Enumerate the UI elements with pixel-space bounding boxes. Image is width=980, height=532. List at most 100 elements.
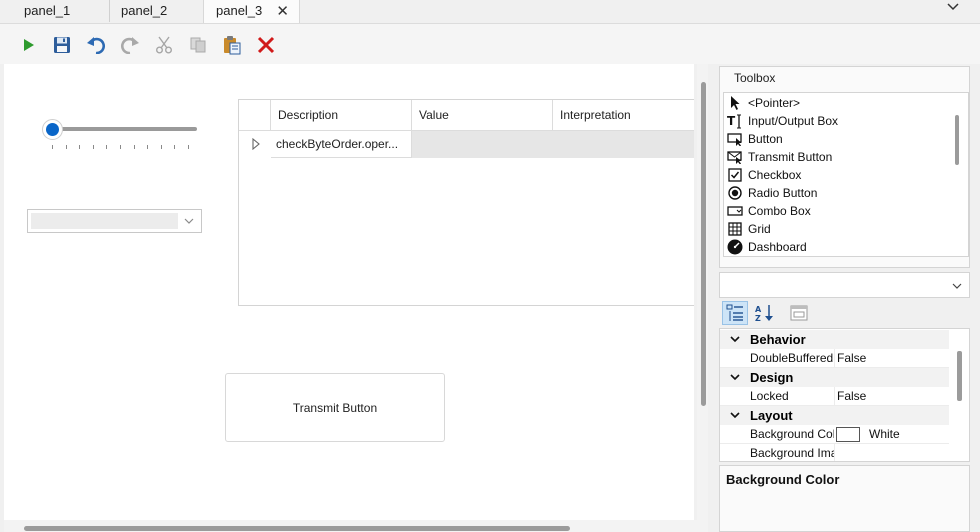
transmit-button[interactable]: Transmit Button: [225, 373, 445, 442]
property-value[interactable]: False: [837, 349, 866, 368]
save-button[interactable]: [50, 33, 74, 57]
property-value[interactable]: White: [869, 425, 900, 444]
toolbox-item-label: Button: [748, 132, 783, 146]
text-cursor-icon: T: [726, 113, 743, 129]
properties-toolbar: A Z: [719, 299, 970, 327]
object-selector-combo[interactable]: [719, 272, 970, 298]
toolbox-item-label: Grid: [748, 222, 771, 236]
canvas-vertical-scroll-thumb[interactable]: [701, 82, 706, 406]
combo-box-icon: [726, 203, 743, 219]
toolbox-item-pointer[interactable]: <Pointer>: [725, 94, 950, 112]
category-design[interactable]: Design: [720, 368, 949, 387]
run-icon: [24, 39, 34, 51]
copy-icon: [190, 37, 206, 53]
slider-tick: [133, 145, 135, 149]
toolbox-item-combo-box[interactable]: Combo Box: [725, 202, 950, 220]
canvas-horizontal-scroll-thumb[interactable]: [24, 526, 570, 531]
grid-corner-header: [239, 100, 271, 131]
toolbox-item-dashboard[interactable]: Dashboard: [725, 238, 950, 256]
svg-text:T: T: [727, 114, 736, 128]
toolbox-item-button[interactable]: Button: [725, 130, 950, 148]
toolbox-scroll-thumb[interactable]: [955, 115, 959, 165]
tab-panel-2[interactable]: panel_2: [109, 0, 204, 22]
slider-tick: [160, 145, 162, 149]
canvas-combo-box[interactable]: [27, 209, 202, 233]
property-name: DoubleBuffered: [750, 351, 834, 365]
svg-text:Z: Z: [755, 314, 761, 322]
slider-tick: [52, 145, 53, 149]
chevron-down-icon[interactable]: [951, 280, 963, 292]
undo-button[interactable]: [84, 33, 108, 57]
slider-tick: [174, 145, 176, 149]
data-grid[interactable]: Description Value Interpretation checkBy…: [238, 99, 694, 306]
toolbox-item-transmit-button[interactable]: Transmit Button: [725, 148, 950, 166]
column-header-value[interactable]: Value: [412, 100, 553, 131]
combo-value: [31, 213, 178, 229]
cut-icon: [156, 36, 172, 54]
undo-icon: [87, 37, 105, 54]
column-divider: [834, 387, 835, 406]
property-name: Background Image: [750, 446, 834, 460]
grid-icon: [726, 221, 743, 237]
copy-button[interactable]: [186, 33, 210, 57]
toolbox-item-checkbox[interactable]: Checkbox: [725, 166, 950, 184]
property-pages-button[interactable]: [786, 301, 812, 325]
property-value[interactable]: False: [837, 387, 866, 406]
column-header-interpretation[interactable]: Interpretation: [553, 100, 694, 131]
category-label: Design: [750, 370, 794, 385]
toolbox-list[interactable]: <Pointer> T Input/Output Box Button Tran…: [723, 92, 969, 257]
document-tab-bar: panel_1 panel_2 panel_3 ✕: [0, 0, 980, 23]
categorized-view-button[interactable]: [722, 301, 748, 325]
slider-track[interactable]: [50, 127, 197, 131]
close-icon[interactable]: ✕: [276, 1, 289, 22]
slider-tick: [106, 145, 108, 149]
tab-panel-3[interactable]: panel_3 ✕: [203, 0, 300, 23]
toolbox-item-label: Checkbox: [748, 168, 802, 182]
alphabetical-view-button[interactable]: A Z: [752, 301, 778, 325]
property-row-locked[interactable]: Locked False: [720, 387, 949, 406]
category-label: Behavior: [750, 332, 806, 347]
property-grid[interactable]: Behavior DoubleBuffered False Design Loc…: [719, 328, 970, 462]
paste-button[interactable]: [220, 33, 244, 57]
column-header-description[interactable]: Description: [271, 100, 412, 131]
run-button[interactable]: [16, 33, 40, 57]
toolbox-item-label: <Pointer>: [748, 96, 801, 110]
tab-label: panel_3: [216, 3, 263, 18]
radio-button-icon: [726, 185, 743, 201]
redo-icon: [121, 37, 139, 54]
tab-label: panel_2: [121, 3, 168, 18]
property-name: Locked: [750, 389, 789, 403]
paste-icon: [224, 36, 241, 55]
toolbox-item-grid[interactable]: Grid: [725, 220, 950, 238]
toolbox-item-radio-button[interactable]: Radio Button: [725, 184, 950, 202]
transmit-button-icon: [726, 149, 743, 165]
expand-row-icon[interactable]: [251, 138, 261, 150]
toolbox-panel: Toolbox <Pointer> T Input/Output Box But…: [719, 66, 970, 268]
category-behavior[interactable]: Behavior: [720, 330, 949, 349]
toolbox-title: Toolbox: [734, 71, 776, 85]
checkbox-icon: [726, 167, 743, 183]
grid-cell-description[interactable]: checkByteOrder.oper...: [271, 131, 412, 158]
toolbox-item-label: Radio Button: [748, 186, 818, 200]
slider-tick: [188, 145, 189, 149]
property-row-doublebuffered[interactable]: DoubleBuffered False: [720, 349, 949, 368]
sort-alphabetical-icon: A Z: [755, 305, 773, 322]
slider-tick: [120, 145, 121, 149]
cut-button[interactable]: [152, 33, 176, 57]
property-grid-scroll-thumb[interactable]: [957, 351, 962, 401]
tab-panel-1[interactable]: panel_1: [12, 0, 110, 22]
slider-tick: [65, 145, 67, 149]
property-row-background-color[interactable]: Background Color White: [720, 425, 949, 444]
chevron-down-icon[interactable]: [946, 0, 960, 14]
redo-button[interactable]: [118, 33, 142, 57]
property-description-panel: Background Color: [719, 465, 970, 532]
svg-text:A: A: [755, 305, 762, 314]
delete-button[interactable]: [254, 33, 278, 57]
toolbox-item-input-output-box[interactable]: T Input/Output Box: [725, 112, 950, 130]
column-divider: [834, 349, 835, 368]
category-layout[interactable]: Layout: [720, 406, 949, 425]
chevron-down-icon[interactable]: [183, 215, 195, 227]
property-row-background-image[interactable]: Background Image: [720, 444, 949, 461]
slider-thumb[interactable]: [42, 119, 63, 140]
categorized-icon: [726, 304, 743, 321]
